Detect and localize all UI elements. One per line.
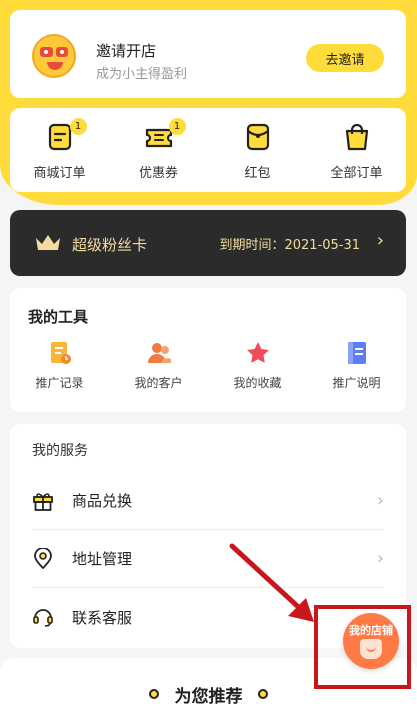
orders-card: 1 商城订单 1 优惠券 红包 全部订单 [10, 108, 406, 192]
service-label: 商品兑换 [72, 492, 133, 510]
promotion-guide-icon [344, 340, 370, 366]
order-item-mall-orders[interactable]: 1 商城订单 [10, 108, 109, 192]
decor-dot-right [258, 689, 268, 699]
coupon-badge: 1 [168, 118, 186, 135]
order-item-label: 商城订单 [33, 166, 86, 181]
chevron-right-icon: › [376, 548, 384, 569]
service-label: 地址管理 [72, 550, 133, 568]
tool-label: 推广说明 [332, 376, 381, 390]
order-item-label: 优惠券 [138, 166, 178, 181]
my-store-label: 我的店铺 [349, 624, 393, 637]
shopping-bag-icon [342, 122, 372, 152]
store-bag-icon [360, 639, 382, 659]
super-fan-title: 超级粉丝卡 [72, 236, 148, 254]
location-pin-icon [32, 546, 54, 570]
tool-promotion-guide[interactable]: 推广说明 [307, 340, 406, 391]
invite-card[interactable]: 邀请开店 成为小主得盈利 去邀请 [10, 10, 406, 98]
order-item-coupons[interactable]: 1 优惠券 [109, 108, 208, 192]
invite-title: 邀请开店 [96, 42, 157, 60]
avatar-icon [32, 34, 76, 78]
super-fan-card[interactable]: 超级粉丝卡 到期时间：2021-05-31 › [10, 210, 406, 276]
chevron-right-icon: › [376, 230, 384, 251]
service-row-product-exchange[interactable]: 商品兑换 › [32, 472, 384, 530]
crown-icon [34, 232, 62, 254]
tools-title: 我的工具 [28, 308, 89, 326]
chevron-right-icon: › [376, 490, 384, 511]
tool-label: 推广记录 [35, 376, 84, 390]
coupon-icon: 1 [144, 118, 186, 152]
order-item-label: 全部订单 [330, 166, 383, 181]
expire-date: 到期时间：2021-05-31 [219, 238, 360, 253]
red-packet-icon [243, 122, 273, 152]
gift-icon [32, 490, 54, 512]
tool-label: 我的客户 [134, 376, 183, 390]
my-store-button[interactable]: 我的店铺 [343, 613, 399, 669]
order-item-label: 红包 [244, 166, 271, 181]
services-title: 我的服务 [32, 443, 88, 459]
customers-icon [146, 340, 172, 366]
invite-button[interactable]: 去邀请 [306, 44, 384, 72]
tool-label: 我的收藏 [233, 376, 282, 390]
order-item-all-orders[interactable]: 全部订单 [307, 108, 406, 192]
tool-my-favorites[interactable]: 我的收藏 [208, 340, 307, 391]
order-item-red-packet[interactable]: 红包 [208, 108, 307, 192]
annotation-arrow-icon [229, 543, 314, 622]
headset-icon [32, 606, 54, 628]
service-row-address[interactable]: 地址管理 › [32, 530, 384, 588]
favorites-star-icon [245, 340, 271, 366]
tool-promotion-record[interactable]: 推广记录 [10, 340, 109, 391]
tools-card: 我的工具 推广记录 我的客户 我的收藏 推广说明 [10, 288, 406, 412]
tool-my-customers[interactable]: 我的客户 [109, 340, 208, 391]
order-icon: 1 [45, 118, 87, 152]
order-badge: 1 [69, 118, 87, 135]
invite-subtitle: 成为小主得盈利 [96, 67, 188, 82]
promotion-record-icon [47, 340, 73, 366]
